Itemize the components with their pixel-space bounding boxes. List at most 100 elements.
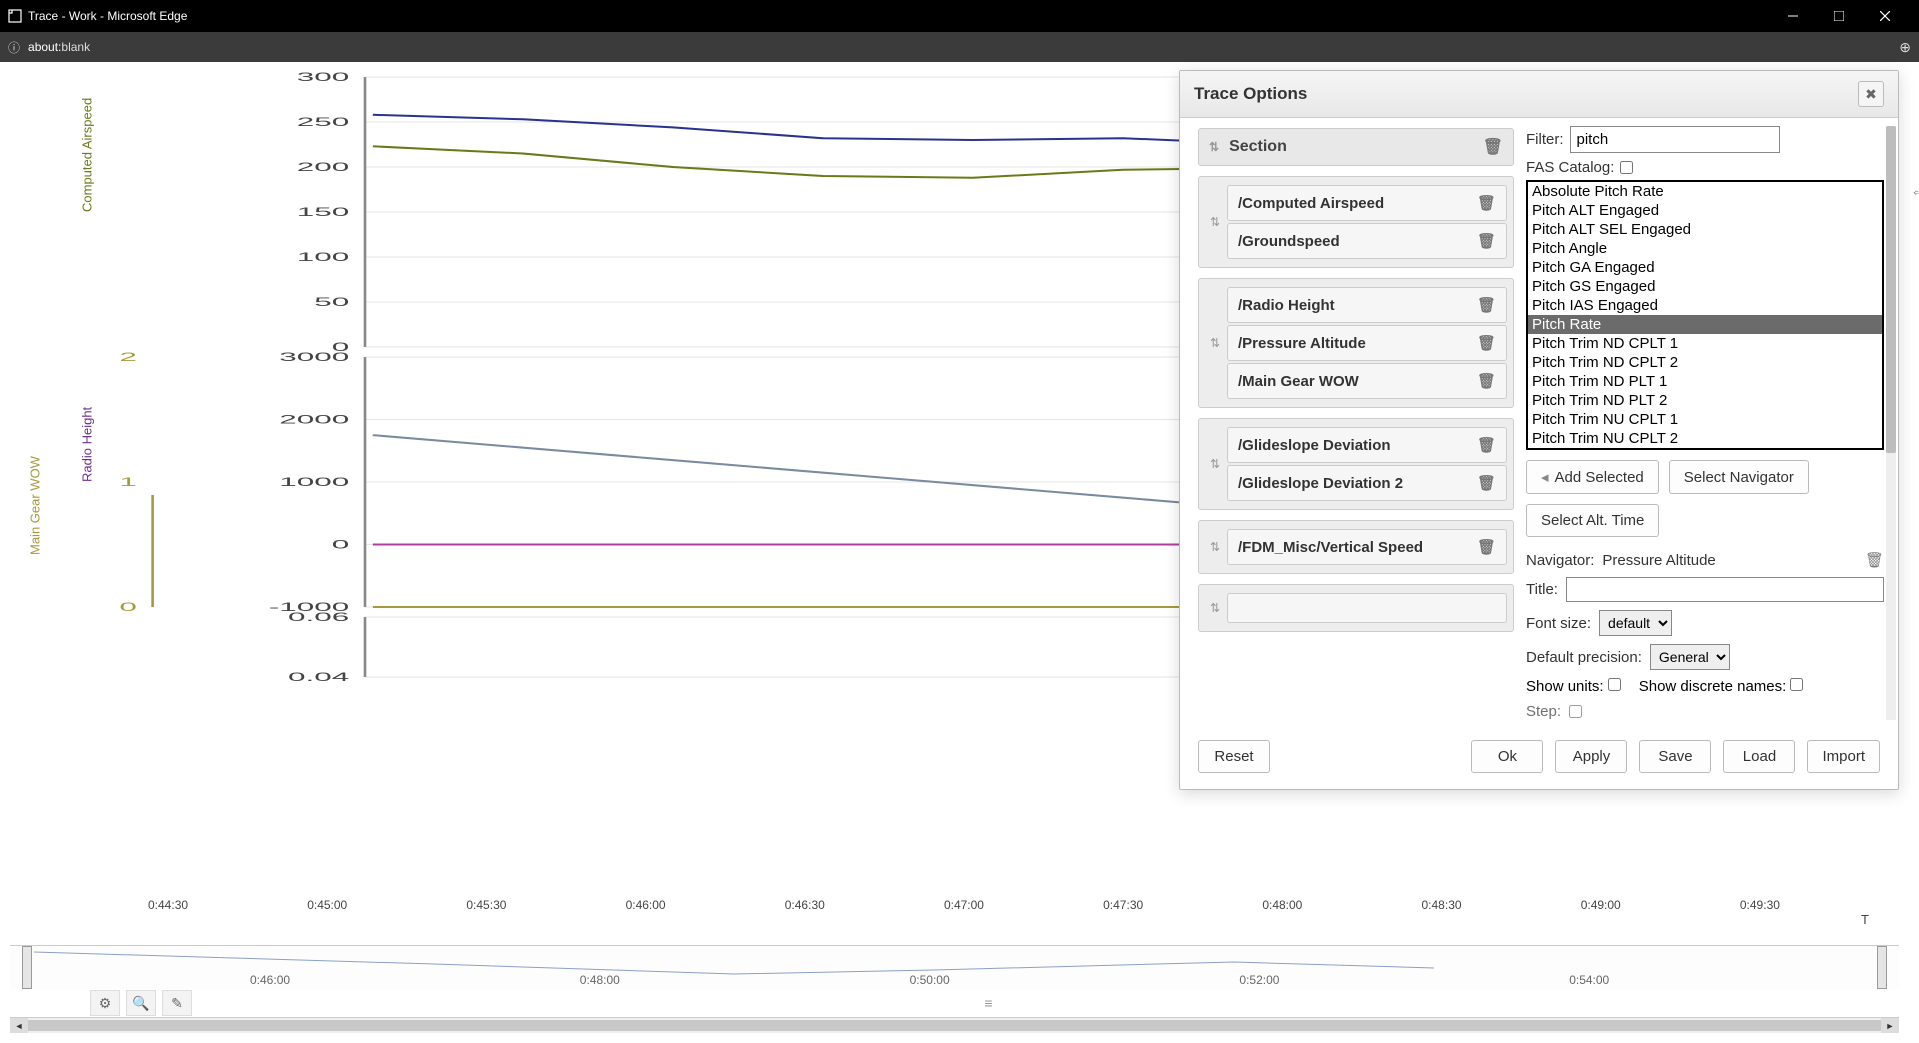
chevron-left-icon: ◂ (1541, 468, 1549, 486)
x-axis-ticks: 0:44:300:45:000:45:300:46:000:46:300:47:… (10, 894, 1899, 912)
trash-icon[interactable]: 🗑 (1477, 232, 1496, 250)
resize-horizontal-icon[interactable]: ⇔ (1910, 181, 1919, 202)
title-input[interactable] (1566, 577, 1884, 602)
panel-scrollbar[interactable] (1886, 126, 1896, 720)
fas-catalog-checkbox[interactable] (1620, 161, 1633, 174)
site-info-icon[interactable]: ⓘ (8, 39, 20, 56)
window-minimize[interactable] (1773, 0, 1819, 32)
drag-handle-icon[interactable]: ⇅ (1205, 527, 1225, 567)
fontsize-label: Font size: (1526, 615, 1591, 632)
scroll-right-arrow[interactable]: ► (1881, 1018, 1899, 1033)
window-maximize[interactable] (1819, 0, 1865, 32)
catalog-item[interactable]: Pitch ALT SEL Engaged (1528, 220, 1882, 239)
filter-input[interactable] (1570, 126, 1780, 153)
section-group: ⇅/Glideslope Deviation🗑/Glideslope Devia… (1198, 418, 1514, 510)
trash-icon[interactable]: 🗑 (1865, 551, 1884, 569)
chart-toolbar: ⚙ 🔍 ✎ ≡ (10, 989, 1899, 1017)
section-header[interactable]: ⇅ Section 🗑 (1198, 128, 1514, 166)
ok-button[interactable]: Ok (1471, 740, 1543, 773)
y-axis-label: Radio Height (80, 407, 95, 482)
parameter-item[interactable]: /Groundspeed🗑 (1227, 223, 1507, 259)
catalog-item[interactable]: Pitch Trim ND PLT 2 (1528, 391, 1882, 410)
zoom-icon[interactable]: 🔍 (126, 990, 156, 1016)
select-navigator-button[interactable]: Select Navigator (1669, 460, 1809, 494)
window-title: Trace - Work - Microsoft Edge (28, 9, 187, 23)
navigator-handle-left[interactable] (22, 946, 32, 989)
svg-text:2000: 2000 (279, 413, 349, 427)
parameter-item[interactable]: /Radio Height🗑 (1227, 287, 1507, 323)
trash-icon[interactable]: 🗑 (1477, 296, 1496, 314)
catalog-item[interactable]: Pitch GS Engaged (1528, 277, 1882, 296)
parameter-item[interactable]: /Glideslope Deviation🗑 (1227, 427, 1507, 463)
apply-button[interactable]: Apply (1555, 740, 1627, 773)
drag-handle-icon[interactable]: ⇅ (1205, 183, 1225, 261)
catalog-listbox[interactable]: Absolute Pitch RatePitch ALT EngagedPitc… (1526, 180, 1884, 450)
section-group: ⇅/Radio Height🗑/Pressure Altitude🗑/Main … (1198, 278, 1514, 408)
panel-scroll-thumb[interactable] (1886, 126, 1896, 453)
trash-icon[interactable]: 🗑 (1477, 436, 1496, 454)
show-units-checkbox[interactable] (1608, 678, 1621, 691)
edit-icon[interactable]: ✎ (162, 990, 192, 1016)
trash-icon[interactable]: 🗑 (1477, 334, 1496, 352)
scroll-left-arrow[interactable]: ◄ (10, 1018, 28, 1033)
url-scheme: about: (28, 40, 61, 54)
catalog-item[interactable]: Pitch Trim ND CPLT 1 (1528, 334, 1882, 353)
catalog-column: Filter: FAS Catalog: Absolute Pitch Rate… (1520, 118, 1898, 728)
grip-icon[interactable]: ≡ (984, 995, 994, 1011)
svg-text:0.06: 0.06 (288, 612, 349, 624)
drag-handle-icon[interactable]: ⇅ (1209, 140, 1219, 154)
parameter-item[interactable] (1227, 593, 1507, 623)
navigator-strip[interactable]: 0:46:000:48:000:50:000:52:000:54:00 (10, 945, 1899, 989)
catalog-item[interactable]: Pitch Trim ND PLT 1 (1528, 372, 1882, 391)
svg-text:0: 0 (119, 600, 137, 612)
drag-handle-icon[interactable]: ⇅ (1205, 591, 1225, 625)
catalog-item[interactable]: Pitch Trim ND CPLT 2 (1528, 353, 1882, 372)
show-discrete-row: Show discrete names: (1639, 678, 1804, 695)
import-button[interactable]: Import (1807, 740, 1880, 773)
scroll-thumb[interactable] (28, 1020, 1881, 1031)
trash-icon[interactable]: 🗑 (1477, 194, 1496, 212)
parameter-label: /Computed Airspeed (1238, 195, 1477, 212)
catalog-item[interactable]: Pitch Trim NU CPLT 2 (1528, 429, 1882, 448)
show-units-row: Show units: (1526, 678, 1621, 695)
parameter-item[interactable]: /Glideslope Deviation 2🗑 (1227, 465, 1507, 501)
svg-text:1: 1 (119, 475, 137, 489)
drag-handle-icon[interactable]: ⇅ (1205, 285, 1225, 401)
catalog-item[interactable]: Absolute Pitch Rate (1528, 182, 1882, 201)
svg-text:0.04: 0.04 (288, 670, 349, 682)
settings-icon[interactable]: ⚙ (90, 990, 120, 1016)
catalog-item[interactable]: Pitch IAS Engaged (1528, 296, 1882, 315)
x-axis-label: T (10, 912, 1899, 927)
parameter-label: /Groundspeed (1238, 233, 1477, 250)
trash-icon[interactable]: 🗑 (1483, 137, 1503, 157)
zoom-icon[interactable]: ⊕ (1899, 39, 1911, 56)
window-close[interactable] (1865, 0, 1911, 32)
catalog-item[interactable]: Pitch Rate (1528, 315, 1882, 334)
load-button[interactable]: Load (1723, 740, 1795, 773)
svg-text:250: 250 (297, 115, 349, 129)
add-selected-button[interactable]: ◂ Add Selected (1526, 460, 1659, 494)
close-icon[interactable]: ✖ (1858, 81, 1884, 107)
catalog-item[interactable]: Pitch GA Engaged (1528, 258, 1882, 277)
catalog-item[interactable]: Pitch Trim NU CPLT 1 (1528, 410, 1882, 429)
parameter-label: /Radio Height (1238, 297, 1477, 314)
parameter-item[interactable]: /FDM_Misc/Vertical Speed🗑 (1227, 529, 1507, 565)
select-alt-time-button[interactable]: Select Alt. Time (1526, 504, 1659, 537)
parameter-item[interactable]: /Main Gear WOW🗑 (1227, 363, 1507, 399)
step-checkbox[interactable] (1569, 705, 1582, 718)
show-discrete-checkbox[interactable] (1790, 678, 1803, 691)
parameter-item[interactable]: /Pressure Altitude🗑 (1227, 325, 1507, 361)
trash-icon[interactable]: 🗑 (1477, 474, 1496, 492)
catalog-item[interactable]: Pitch Angle (1528, 239, 1882, 258)
parameter-item[interactable]: /Computed Airspeed🗑 (1227, 185, 1507, 221)
trash-icon[interactable]: 🗑 (1477, 538, 1496, 556)
drag-handle-icon[interactable]: ⇅ (1205, 425, 1225, 503)
precision-select[interactable]: General (1650, 644, 1730, 670)
reset-button[interactable]: Reset (1198, 740, 1270, 773)
fontsize-select[interactable]: default (1599, 610, 1672, 636)
horizontal-scrollbar[interactable]: ◄ ► (10, 1017, 1899, 1033)
catalog-item[interactable]: Pitch ALT Engaged (1528, 201, 1882, 220)
svg-text:100: 100 (297, 250, 349, 264)
trash-icon[interactable]: 🗑 (1477, 372, 1496, 390)
save-button[interactable]: Save (1639, 740, 1711, 773)
